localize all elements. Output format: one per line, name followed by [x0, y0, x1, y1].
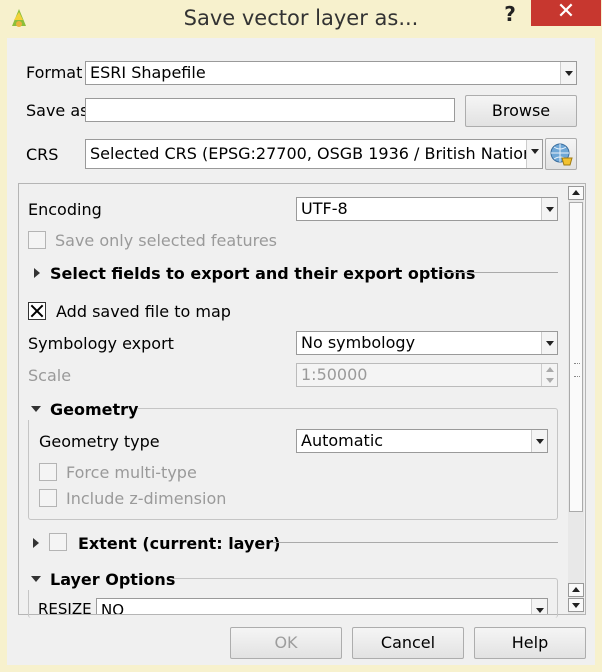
- geometry-type-label: Geometry type: [39, 432, 160, 451]
- format-dropdown[interactable]: ESRI Shapefile: [85, 61, 577, 85]
- symbology-dropdown[interactable]: No symbology: [296, 331, 558, 355]
- title-bar: Save vector layer as... ? ✕: [0, 0, 602, 38]
- grip-icon: [574, 363, 580, 377]
- scale-value: 1:50000: [301, 365, 368, 384]
- geometry-type-dropdown[interactable]: Automatic: [296, 429, 548, 453]
- browse-button[interactable]: Browse: [465, 95, 577, 127]
- help-title-button[interactable]: ?: [494, 2, 526, 28]
- close-button[interactable]: ✕: [531, 0, 601, 26]
- scale-label: Scale: [28, 366, 72, 385]
- symbology-value: No symbology: [301, 333, 416, 352]
- expand-triangle-icon[interactable]: [33, 538, 39, 548]
- crs-dropdown[interactable]: Selected CRS (EPSG:27700, OSGB 1936 / Br…: [85, 139, 543, 169]
- save-selected-label: Save only selected features: [55, 231, 278, 250]
- save-selected-checkbox[interactable]: [28, 231, 46, 249]
- vertical-scrollbar[interactable]: [568, 186, 584, 614]
- encoding-value: UTF-8: [301, 199, 348, 218]
- scroll-down-arrow[interactable]: [568, 598, 584, 612]
- expand-triangle-icon[interactable]: [34, 268, 40, 278]
- symbology-label: Symbology export: [28, 334, 174, 353]
- chevron-down-icon: [531, 599, 547, 614]
- spin-arrows-icon: [541, 364, 557, 386]
- format-label: Format: [26, 63, 83, 82]
- crs-select-button[interactable]: [545, 138, 577, 170]
- add-to-map-label: Add saved file to map: [56, 302, 231, 321]
- section-divider: [442, 272, 558, 273]
- encoding-label: Encoding: [28, 200, 102, 219]
- cancel-button[interactable]: Cancel: [352, 627, 464, 659]
- layer-options-clip: RESIZE NO: [30, 598, 560, 614]
- collapse-triangle-icon[interactable]: [31, 406, 41, 412]
- include-z-label: Include z-dimension: [66, 489, 227, 508]
- save-as-input[interactable]: [85, 98, 455, 122]
- save-as-label: Save as: [26, 101, 89, 120]
- chevron-down-icon: [560, 62, 576, 84]
- chevron-down-icon: [541, 332, 557, 354]
- chevron-down-icon: [531, 430, 547, 452]
- extent-checkbox[interactable]: [49, 533, 67, 551]
- resize-dropdown[interactable]: NO: [96, 598, 548, 614]
- include-z-checkbox[interactable]: [39, 489, 57, 507]
- layer-options-title[interactable]: Layer Options: [50, 570, 175, 589]
- scale-spinbox[interactable]: 1:50000: [296, 363, 558, 387]
- select-fields-header[interactable]: Select fields to export and their export…: [50, 264, 475, 283]
- resize-value: NO: [101, 601, 125, 614]
- chevron-down-icon: [541, 198, 557, 220]
- scrollbar-thumb[interactable]: [569, 202, 583, 512]
- add-to-map-checkbox[interactable]: [28, 302, 46, 320]
- globe-icon: [550, 143, 573, 166]
- geometry-title[interactable]: Geometry: [50, 400, 138, 419]
- help-button[interactable]: Help: [474, 627, 586, 659]
- section-divider: [271, 542, 558, 543]
- encoding-dropdown[interactable]: UTF-8: [296, 197, 558, 221]
- chevron-down-icon: [526, 140, 542, 168]
- format-value: ESRI Shapefile: [90, 63, 206, 82]
- resize-label: RESIZE: [38, 600, 92, 614]
- geometry-type-value: Automatic: [301, 431, 384, 450]
- extent-header[interactable]: Extent (current: layer): [78, 534, 280, 553]
- ok-button[interactable]: OK: [230, 627, 342, 659]
- scroll-up-arrow-bottom[interactable]: [568, 583, 584, 597]
- scroll-up-arrow[interactable]: [568, 186, 584, 200]
- force-multi-checkbox[interactable]: [39, 463, 57, 481]
- crs-value: Selected CRS (EPSG:27700, OSGB 1936 / Br…: [90, 144, 542, 163]
- force-multi-label: Force multi-type: [66, 463, 197, 482]
- crs-label: CRS: [26, 145, 59, 164]
- collapse-triangle-icon[interactable]: [31, 576, 41, 582]
